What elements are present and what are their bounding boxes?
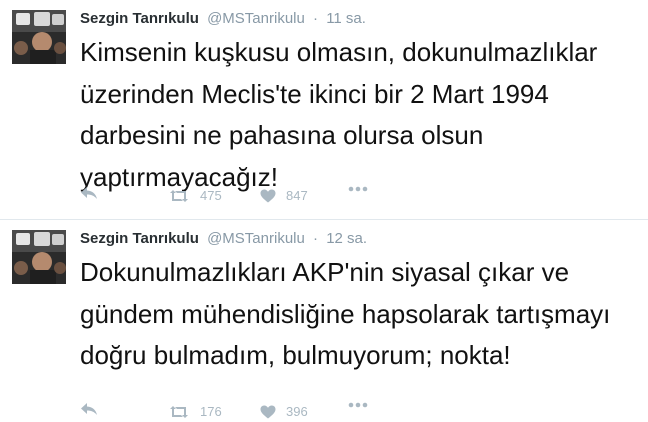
timestamp[interactable]: 11 sa. xyxy=(326,10,366,27)
retweet-button[interactable]: 475 xyxy=(168,186,222,206)
tweet[interactable]: Sezgin Tanrıkulu @MSTanrikulu · 12 sa. D… xyxy=(0,220,648,421)
reply-icon xyxy=(80,402,98,416)
like-button[interactable]: 847 xyxy=(260,186,308,206)
heart-icon xyxy=(260,405,276,419)
tweet-text: Dokunulmazlıkları AKP'nin siyasal çıkar … xyxy=(80,257,611,370)
more-button[interactable] xyxy=(348,186,368,192)
more-button[interactable] xyxy=(348,402,368,408)
reply-icon xyxy=(80,186,98,200)
avatar[interactable] xyxy=(12,10,66,64)
tweet-text: Kimsenin kuşkusu olmasın, dokunulmazlıkl… xyxy=(80,37,598,192)
tweet[interactable]: Sezgin Tanrıkulu @MSTanrikulu · 11 sa. K… xyxy=(0,0,648,220)
retweet-button[interactable]: 176 xyxy=(168,402,222,422)
reply-button[interactable] xyxy=(80,402,98,416)
tweet-feed: Sezgin Tanrıkulu @MSTanrikulu · 11 sa. K… xyxy=(0,0,648,421)
more-icon xyxy=(348,402,368,408)
separator: · xyxy=(313,230,319,247)
like-button[interactable]: 396 xyxy=(260,402,308,422)
like-count: 847 xyxy=(286,188,308,203)
avatar[interactable] xyxy=(12,230,66,284)
author-handle[interactable]: @MSTanrikulu xyxy=(207,230,305,247)
reply-button[interactable] xyxy=(80,186,98,200)
separator: · xyxy=(313,10,319,27)
more-icon xyxy=(348,186,368,192)
author-handle[interactable]: @MSTanrikulu xyxy=(207,10,305,27)
retweet-icon xyxy=(168,405,190,419)
tweet-header: Sezgin Tanrıkulu @MSTanrikulu · 12 sa. xyxy=(80,228,367,250)
author-name[interactable]: Sezgin Tanrıkulu xyxy=(80,10,199,27)
author-name[interactable]: Sezgin Tanrıkulu xyxy=(80,230,199,247)
tweet-header: Sezgin Tanrıkulu @MSTanrikulu · 11 sa. xyxy=(80,8,366,30)
timestamp[interactable]: 12 sa. xyxy=(326,230,367,247)
heart-icon xyxy=(260,189,276,203)
retweet-icon xyxy=(168,189,190,203)
like-count: 396 xyxy=(286,404,308,419)
retweet-count: 176 xyxy=(200,404,222,419)
retweet-count: 475 xyxy=(200,188,222,203)
